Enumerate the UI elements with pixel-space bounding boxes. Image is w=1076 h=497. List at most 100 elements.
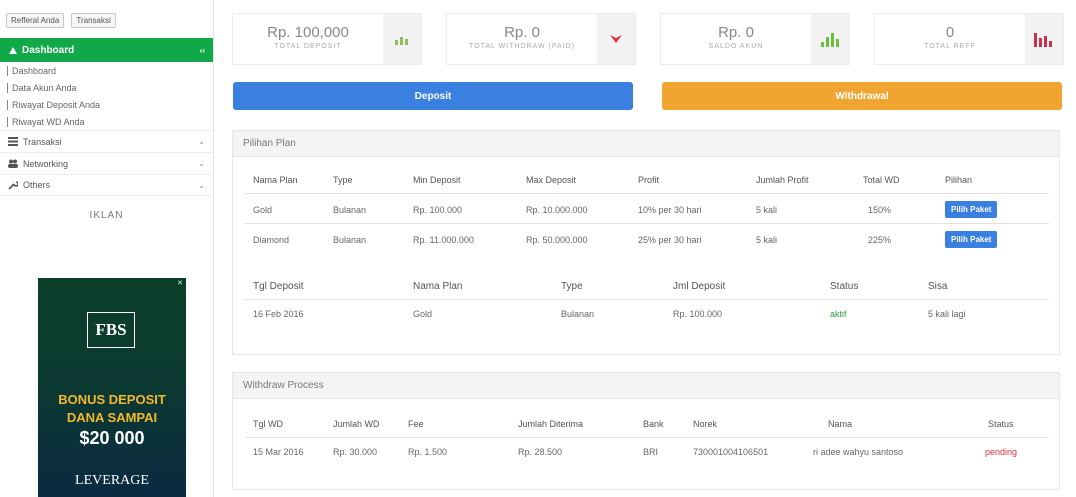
- column-header: Pilihan: [945, 175, 973, 185]
- table-cell: Bulanan: [333, 235, 367, 245]
- total-reff-card: 0 TOTAL REFF: [874, 13, 1064, 65]
- column-header: Type: [333, 175, 353, 185]
- table-cell: 5 kali: [756, 205, 778, 215]
- saldo-card: Rp. 0 SALDO AKUN: [660, 13, 850, 65]
- column-header: Min Deposit: [413, 175, 461, 185]
- total-withdraw-card: Rp. 0 TOTAL WITHDRAW (PAID): [446, 13, 636, 65]
- down-arrow-icon: [610, 35, 622, 43]
- status-badge: aktif: [830, 309, 847, 319]
- card-label: SALDO AKUN: [708, 43, 764, 50]
- table-cell: 16 Feb 2016: [253, 309, 304, 319]
- column-header: Nama: [828, 419, 853, 429]
- column-header: Jumlah Profit: [756, 175, 809, 185]
- referral-button[interactable]: Refferal Anda: [6, 13, 65, 28]
- card-label: TOTAL DEPOSIT: [274, 43, 342, 50]
- sidebar-subitem-dashboard[interactable]: Dashboard: [0, 62, 213, 79]
- table-cell: Rp. 11.000.000: [413, 235, 474, 245]
- sidebar-subitem-account[interactable]: Data Akun Anda: [0, 79, 213, 96]
- sidebar-item-networking[interactable]: Networking ⌄: [0, 152, 213, 174]
- column-header: Status: [988, 419, 1014, 429]
- table-cell: Rp. 1.500: [408, 447, 448, 457]
- table-cell: ri adee wahyu santoso: [813, 447, 904, 457]
- close-icon[interactable]: ✕: [177, 279, 183, 287]
- table-cell: 25% per 30 hari: [638, 235, 702, 245]
- sidebar-item-label: Dashboard: [22, 44, 75, 56]
- column-header: Total WD: [863, 175, 900, 185]
- chevron-down-icon: ⌄: [198, 180, 205, 190]
- column-header: Tgl Deposit: [253, 281, 304, 292]
- pick-plan-gold-button[interactable]: Pilih Paket: [945, 201, 998, 218]
- sidebar-item-transaksi[interactable]: Transaksi ⌄: [0, 130, 213, 152]
- ad-headline-2: DANA SAMPAI: [66, 410, 158, 425]
- ad-headline-1: BONUS DEPOSIT: [58, 392, 166, 407]
- column-header: Status: [830, 281, 859, 292]
- users-icon: [8, 159, 18, 168]
- table-cell: 150%: [868, 205, 892, 215]
- fbs-logo: FBS: [87, 312, 135, 348]
- sidebar-top-buttons: Refferal Anda Transaksi: [0, 0, 213, 38]
- wrench-icon: [8, 180, 18, 190]
- sidebar-item-dashboard[interactable]: Dashboard ‹‹: [0, 38, 213, 62]
- table-cell: Gold: [253, 205, 273, 215]
- table-cell: 5 kali lagi: [928, 309, 966, 319]
- ad-leverage: LEVERAGE: [75, 473, 149, 488]
- table-cell: Rp. 50.000.000: [526, 235, 588, 245]
- table-cell: 15 Mar 2016: [253, 447, 304, 457]
- table-cell: Rp. 100.000: [673, 309, 723, 319]
- sidebar-item-others[interactable]: Others ⌄: [0, 174, 213, 196]
- column-header: Type: [561, 281, 583, 292]
- table-cell: 225%: [868, 235, 892, 245]
- bar-chart-icon: [395, 37, 408, 45]
- plan-panel: Pilihan Plan Nama Plan Type Min Deposit …: [232, 130, 1060, 355]
- card-label: TOTAL WITHDRAW (PAID): [468, 43, 576, 50]
- bar-chart-icon: [821, 33, 839, 47]
- column-header: Tgl WD: [253, 419, 283, 429]
- list-icon: [8, 137, 18, 146]
- table-cell: Rp. 28.500: [518, 447, 563, 457]
- column-header: Bank: [643, 419, 664, 429]
- table-cell: 5 kali: [756, 235, 778, 245]
- column-header: Max Deposit: [526, 175, 577, 185]
- table-cell: Diamond: [253, 235, 290, 245]
- card-value: 0: [945, 24, 955, 41]
- column-header: Jml Deposit: [673, 281, 726, 292]
- collapse-chevron-icon: ‹‹: [199, 45, 205, 55]
- column-header: Nama Plan: [413, 281, 463, 292]
- ad-amount: $20 000: [79, 428, 145, 448]
- withdrawal-button[interactable]: Withdrawal: [662, 82, 1062, 110]
- table-cell: Bulanan: [561, 309, 595, 319]
- pick-plan-diamond-button[interactable]: Pilih Paket: [945, 231, 998, 248]
- sidebar-subitem-deposit-history[interactable]: Riwayat Deposit Anda: [0, 96, 213, 113]
- ad-banner[interactable]: ✕ FBS BONUS DEPOSIT DANA SAMPAI $20 000 …: [38, 278, 186, 497]
- card-label: TOTAL REFF: [924, 43, 976, 50]
- table-cell: 10% per 30 hari: [638, 205, 702, 215]
- sidebar-subitem-wd-history[interactable]: Riwayat WD Anda: [0, 113, 213, 130]
- transaction-button[interactable]: Transaksi: [71, 13, 116, 28]
- card-value: Rp. 0: [504, 24, 540, 41]
- deposit-button[interactable]: Deposit: [233, 82, 633, 110]
- table-cell: Gold: [413, 309, 433, 319]
- chevron-down-icon: ⌄: [198, 159, 205, 168]
- table-cell: Rp. 30.000: [333, 447, 378, 457]
- ad-section-title: IKLAN: [89, 210, 124, 221]
- status-badge: pending: [985, 447, 1018, 457]
- column-header: Sisa: [928, 281, 948, 292]
- table-cell: 730001004106501: [693, 447, 769, 457]
- chevron-down-icon: ⌄: [198, 137, 205, 146]
- column-header: Norek: [693, 419, 718, 429]
- panel-title: Pilihan Plan: [233, 131, 1059, 157]
- column-header: Profit: [638, 175, 660, 185]
- total-deposit-card: Rp. 100,000 TOTAL DEPOSIT: [232, 13, 422, 65]
- column-header: Fee: [408, 419, 424, 429]
- card-value: Rp. 0: [718, 24, 754, 41]
- column-header: Jumlah WD: [333, 419, 380, 429]
- card-value: Rp. 100,000: [267, 24, 349, 41]
- bar-chart-icon: [1034, 33, 1052, 47]
- table-cell: Rp. 10.000.000: [526, 205, 588, 215]
- column-header: Jumlah Diterima: [518, 419, 584, 429]
- withdraw-panel: Withdraw Process Tgl WD Jumlah WD Fee Ju…: [232, 372, 1060, 490]
- dashboard-icon: [9, 47, 17, 54]
- table-cell: Rp. 100.000: [413, 205, 463, 215]
- table-cell: BRI: [643, 447, 659, 457]
- panel-title: Withdraw Process: [233, 373, 1059, 399]
